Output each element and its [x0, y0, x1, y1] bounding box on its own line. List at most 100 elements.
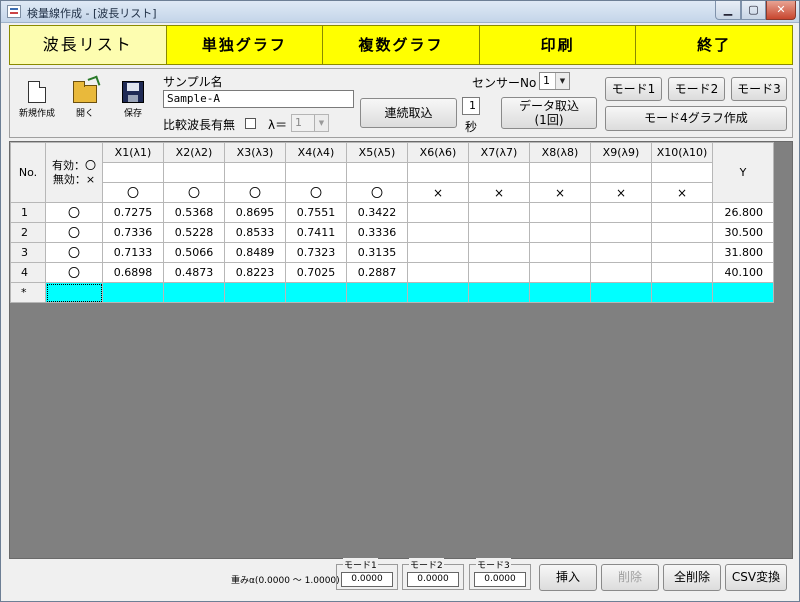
x7-cell[interactable]: [468, 202, 530, 223]
maximize-button[interactable]: ▢: [741, 1, 766, 20]
x1-cell[interactable]: 0.7336: [102, 222, 164, 243]
x8-cell[interactable]: [529, 202, 591, 223]
wavelength-cell[interactable]: [346, 162, 408, 183]
x5-cell[interactable]: 0.2887: [346, 262, 408, 283]
x4-enable-flag[interactable]: 〇: [285, 182, 347, 203]
x3-cell[interactable]: 0.8533: [224, 222, 286, 243]
lambda-select[interactable]: 1 ▼: [291, 114, 329, 132]
x10-cell[interactable]: [651, 202, 713, 223]
x7-cell[interactable]: [468, 222, 530, 243]
x6-cell[interactable]: [407, 222, 469, 243]
save-button[interactable]: 保存: [110, 75, 156, 131]
x3-cell[interactable]: 0.8695: [224, 202, 286, 223]
x5-cell[interactable]: 0.3135: [346, 242, 408, 263]
x5-enable-flag[interactable]: 〇: [346, 182, 408, 203]
x2-column-header[interactable]: X2(λ2): [163, 142, 225, 163]
tab-wavelength-list[interactable]: 波長リスト: [9, 25, 167, 65]
y-cell[interactable]: 30.500: [712, 222, 774, 243]
new-row-cell[interactable]: [346, 282, 408, 303]
table-row[interactable]: 2 〇 0.7336 0.5228 0.8533 0.7411 0.3336 3…: [10, 222, 774, 243]
table-row[interactable]: 4 〇 0.6898 0.4873 0.8223 0.7025 0.2887 4…: [10, 262, 774, 283]
new-row-cell[interactable]: [102, 282, 164, 303]
new-row[interactable]: *: [10, 282, 774, 303]
x10-cell[interactable]: [651, 222, 713, 243]
csv-convert-button[interactable]: CSV変換: [725, 564, 787, 591]
x1-cell[interactable]: 0.7275: [102, 202, 164, 223]
x1-cell[interactable]: 0.6898: [102, 262, 164, 283]
new-button[interactable]: 新規作成: [14, 75, 60, 131]
new-row-cell[interactable]: [712, 282, 774, 303]
x2-enable-flag[interactable]: 〇: [163, 182, 225, 203]
x7-column-header[interactable]: X7(λ7): [468, 142, 530, 163]
mode1-button[interactable]: モード1: [605, 77, 662, 101]
y-cell[interactable]: 26.800: [712, 202, 774, 223]
x5-cell[interactable]: 0.3336: [346, 222, 408, 243]
x4-column-header[interactable]: X4(λ4): [285, 142, 347, 163]
tab-print[interactable]: 印刷: [479, 25, 637, 65]
open-button[interactable]: 開く: [62, 75, 108, 131]
x9-cell[interactable]: [590, 222, 652, 243]
x2-cell[interactable]: 0.5368: [163, 202, 225, 223]
wavelength-cell[interactable]: [651, 162, 713, 183]
row-valid-flag[interactable]: 〇: [45, 222, 103, 243]
x6-enable-flag[interactable]: ×: [407, 182, 469, 203]
new-row-cell[interactable]: [468, 282, 530, 303]
x6-cell[interactable]: [407, 242, 469, 263]
y-column-header[interactable]: Y: [712, 142, 774, 203]
x6-cell[interactable]: [407, 202, 469, 223]
sensor-no-select[interactable]: 1 ▼: [539, 72, 570, 90]
x7-cell[interactable]: [468, 242, 530, 263]
tab-exit[interactable]: 終了: [636, 25, 793, 65]
x4-cell[interactable]: 0.7323: [285, 242, 347, 263]
x4-cell[interactable]: 0.7025: [285, 262, 347, 283]
table-row[interactable]: 1 〇 0.7275 0.5368 0.8695 0.7551 0.3422 2…: [10, 202, 774, 223]
mode1-weight-input[interactable]: 0.0000: [341, 572, 393, 587]
x7-enable-flag[interactable]: ×: [468, 182, 530, 203]
row-number[interactable]: 4: [10, 262, 46, 283]
wavelength-cell[interactable]: [224, 162, 286, 183]
new-row-cell[interactable]: [590, 282, 652, 303]
row-valid-flag[interactable]: 〇: [45, 262, 103, 283]
y-cell[interactable]: 40.100: [712, 262, 774, 283]
no-column-header[interactable]: No.: [10, 142, 46, 203]
x4-cell[interactable]: 0.7551: [285, 202, 347, 223]
mode2-button[interactable]: モード2: [668, 77, 725, 101]
delete-all-button[interactable]: 全削除: [663, 564, 721, 591]
new-row-marker[interactable]: *: [10, 282, 46, 303]
row-valid-flag[interactable]: 〇: [45, 202, 103, 223]
wavelength-cell[interactable]: [285, 162, 347, 183]
new-row-valid-cell[interactable]: [45, 282, 103, 303]
x7-cell[interactable]: [468, 262, 530, 283]
x2-cell[interactable]: 0.4873: [163, 262, 225, 283]
new-row-cell[interactable]: [529, 282, 591, 303]
data-capture-button[interactable]: データ取込 (1回): [501, 97, 597, 129]
new-row-cell[interactable]: [224, 282, 286, 303]
compare-wavelength-checkbox[interactable]: [245, 118, 256, 129]
y-cell[interactable]: 31.800: [712, 242, 774, 263]
x6-column-header[interactable]: X6(λ6): [407, 142, 469, 163]
wavelength-cell[interactable]: [590, 162, 652, 183]
minimize-button[interactable]: ▁: [715, 1, 741, 20]
x10-enable-flag[interactable]: ×: [651, 182, 713, 203]
mode2-weight-input[interactable]: 0.0000: [407, 572, 459, 587]
table-row[interactable]: 3 〇 0.7133 0.5066 0.8489 0.7323 0.3135 3…: [10, 242, 774, 263]
x8-cell[interactable]: [529, 262, 591, 283]
wavelength-cell[interactable]: [529, 162, 591, 183]
interval-input[interactable]: 1: [462, 97, 480, 115]
x5-column-header[interactable]: X5(λ5): [346, 142, 408, 163]
x10-column-header[interactable]: X10(λ10): [651, 142, 713, 163]
row-valid-flag[interactable]: 〇: [45, 242, 103, 263]
x2-cell[interactable]: 0.5066: [163, 242, 225, 263]
delete-button[interactable]: 削除: [601, 564, 659, 591]
continuous-capture-button[interactable]: 連続取込: [360, 98, 457, 128]
x2-cell[interactable]: 0.5228: [163, 222, 225, 243]
x6-cell[interactable]: [407, 262, 469, 283]
insert-button[interactable]: 挿入: [539, 564, 597, 591]
x9-cell[interactable]: [590, 202, 652, 223]
x8-column-header[interactable]: X8(λ8): [529, 142, 591, 163]
wavelength-cell[interactable]: [102, 162, 164, 183]
x1-column-header[interactable]: X1(λ1): [102, 142, 164, 163]
new-row-cell[interactable]: [407, 282, 469, 303]
x1-enable-flag[interactable]: 〇: [102, 182, 164, 203]
x8-enable-flag[interactable]: ×: [529, 182, 591, 203]
